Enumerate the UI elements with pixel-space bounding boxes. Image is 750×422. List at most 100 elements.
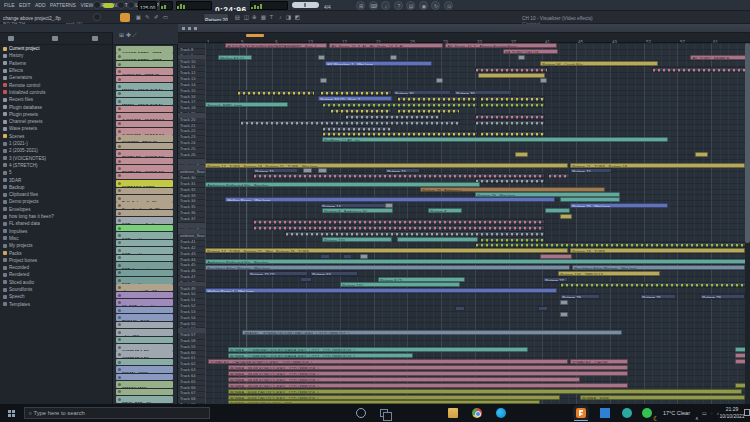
playlist-titlebar[interactable]: Playlist - Arrangement - MPC_Super_Mario… <box>178 24 750 33</box>
loop-marker[interactable] <box>246 34 264 37</box>
playlist-clip[interactable] <box>285 231 545 236</box>
channel-led[interactable] <box>118 160 121 163</box>
browser-view-icons[interactable] <box>0 33 113 45</box>
playlist-clip[interactable] <box>436 78 443 83</box>
browser-item[interactable]: History <box>3 52 111 59</box>
channel-button[interactable]: GVINC FX - WET (2) <box>116 68 173 75</box>
channel-led[interactable] <box>118 78 121 81</box>
playlist-clip[interactable]: Mellow Piano - Wet loop <box>225 197 555 202</box>
play-button[interactable] <box>117 1 125 9</box>
playlist-clip[interactable] <box>735 353 745 358</box>
browser-item[interactable]: 5 <box>3 169 111 176</box>
menu-file[interactable]: FILE <box>4 3 15 9</box>
playlist-clip[interactable]: Pattern 34 (2) - Part_2 <box>318 96 392 101</box>
playlist-clip[interactable]: BONBA - 909S <box>580 395 745 400</box>
channel-button[interactable]: SMASH (746) <box>116 381 173 388</box>
playlist-clip[interactable]: Pattern 8 - Ambience 90 <box>322 208 393 213</box>
playlist-clip[interactable] <box>475 242 745 247</box>
browser-item[interactable]: Misc <box>3 235 111 242</box>
toolbar-icon-0[interactable]: ⊞ <box>356 1 365 10</box>
browser-item[interactable]: Soundfonts <box>3 286 111 293</box>
toolbar-icon-5[interactable]: ◉ <box>419 1 428 10</box>
channel-led[interactable] <box>118 204 121 207</box>
browser-item[interactable]: Project bones <box>3 257 111 264</box>
playlist-ruler[interactable]: 15913172125293337414549535761 <box>178 33 750 43</box>
browser-item[interactable]: Speech <box>3 293 111 300</box>
playlist-clip[interactable]: BONBA - COMBINED 909 BY MAMA (KEY -) (11… <box>228 353 413 358</box>
channel-led[interactable] <box>118 197 121 200</box>
browser-item[interactable]: Recent files <box>3 96 111 103</box>
playlist-clip[interactable]: BONBA - COMBINED 909 BY MAMA (KEY -) (11… <box>228 347 528 352</box>
channel-button[interactable]: FOD_harmonica_w <box>116 270 173 277</box>
channel-led[interactable] <box>118 145 121 148</box>
channel-led[interactable] <box>118 256 121 259</box>
stop-button[interactable] <box>127 1 135 9</box>
channel-led[interactable] <box>118 286 121 289</box>
whatsapp-icon[interactable] <box>642 408 652 418</box>
channel-button[interactable]: slow perc trills_12s <box>116 284 173 291</box>
browser-item[interactable]: Channel presets <box>3 118 111 125</box>
channel-button[interactable]: TOMFLEY - CHOW AC <box>116 165 173 172</box>
playlist-clip[interactable]: FX Wooshes 1 - Wet loop <box>325 61 432 66</box>
playlist-clip[interactable]: Pattern 25 <box>640 294 676 299</box>
channel-button[interactable]: KVREADS (HMM) <box>116 180 173 187</box>
playlist-clip[interactable] <box>560 300 568 305</box>
channel-button[interactable]: SMASH (746) <box>116 389 173 396</box>
channel-button[interactable]: BellsA drum 1 - NL <box>116 188 173 195</box>
tool-icon-1[interactable]: ✎ <box>143 13 152 22</box>
playlist-clip[interactable]: AV_Stage_14_3_AI - AV_Night_14_3_AI <box>329 43 443 48</box>
playlist-clip[interactable] <box>540 78 547 83</box>
channel-led[interactable] <box>118 316 121 319</box>
channel-led[interactable] <box>118 137 121 140</box>
playlist-clip[interactable] <box>397 108 460 113</box>
channel-led[interactable] <box>118 376 121 379</box>
channel-button[interactable]: PVC146 - D2 <box>116 307 173 314</box>
playlist-clip[interactable]: Pattern 15 <box>570 168 612 173</box>
toolbar-icon-2[interactable]: ♪ <box>381 1 390 10</box>
playlist-clip[interactable] <box>318 55 325 60</box>
main-volume-knob[interactable] <box>93 1 101 9</box>
channel-button[interactable]: Smashy drum 3 - NL <box>116 202 173 209</box>
photos-icon[interactable] <box>600 408 610 418</box>
browser-item[interactable]: Plugin database <box>3 103 111 110</box>
channel-led[interactable] <box>118 174 121 177</box>
channel-led[interactable] <box>118 115 121 118</box>
start-button[interactable] <box>8 410 11 413</box>
cortana-icon[interactable] <box>356 408 366 418</box>
channel-button[interactable]: SHAKES - TING 90s <box>116 135 173 142</box>
tool-icon-3[interactable]: ▭ <box>161 13 170 22</box>
playlist-clip[interactable] <box>253 219 545 224</box>
menu-patterns[interactable]: PATTERNS <box>50 3 76 9</box>
playlist-clip[interactable] <box>253 225 545 230</box>
channel-button[interactable]: SOD_ambience_pe <box>116 232 173 239</box>
channel-led[interactable] <box>118 264 121 267</box>
browser-item[interactable]: Impulses <box>3 228 111 235</box>
playlist-clip[interactable] <box>240 120 460 125</box>
channel-button[interactable]: G KCHMA - 33 FAZ AC <box>116 113 173 120</box>
action-center-icon[interactable] <box>744 409 750 416</box>
playlist-clip[interactable]: BONBA - 909S DELUX 5 (KEY - 127) (3PROD9… <box>228 389 742 394</box>
browser-item[interactable]: Remote control <box>3 82 111 89</box>
channel-led[interactable] <box>118 55 121 58</box>
playlist-clip[interactable] <box>480 102 545 107</box>
tool-icon-0[interactable]: ▣ <box>134 13 143 22</box>
playlist-clip[interactable]: Pattern 29 <box>700 294 745 299</box>
toolbar-icon-4[interactable]: ▤ <box>406 1 415 10</box>
playlist-clip[interactable] <box>480 96 545 101</box>
channel-led[interactable] <box>118 100 121 103</box>
channel-button[interactable]: MSMG 1 - IN BLKWY <box>116 106 173 113</box>
channel-button[interactable]: SOD_snares2_side <box>116 225 173 232</box>
channel-button[interactable]: COMBAT 1 PG <box>116 344 173 351</box>
channel-button[interactable]: SOD_ambience_pe <box>116 247 173 254</box>
channel-button[interactable]: BellsA drum 2 - NL <box>116 195 173 202</box>
playlist-clip[interactable]: TOMFLEY - CHOW <box>570 359 628 364</box>
channel-led[interactable] <box>118 361 121 364</box>
channel-button[interactable]: TOMFLEY - CHOW AC <box>116 173 173 180</box>
playlist-clip[interactable] <box>560 197 620 202</box>
playlist-clip[interactable] <box>397 96 478 101</box>
playlist-clip[interactable]: Breakbeat Filter Weeper - Wet loop <box>205 265 570 270</box>
channel-button[interactable]: wht - 296 <box>116 329 173 336</box>
browser-item[interactable]: Wave presets <box>3 125 111 132</box>
browser-item[interactable]: Packs <box>3 249 111 256</box>
playlist-clip[interactable]: SPARKL - STEREOSOUND PAD (KEY -) (117) (… <box>242 330 622 335</box>
